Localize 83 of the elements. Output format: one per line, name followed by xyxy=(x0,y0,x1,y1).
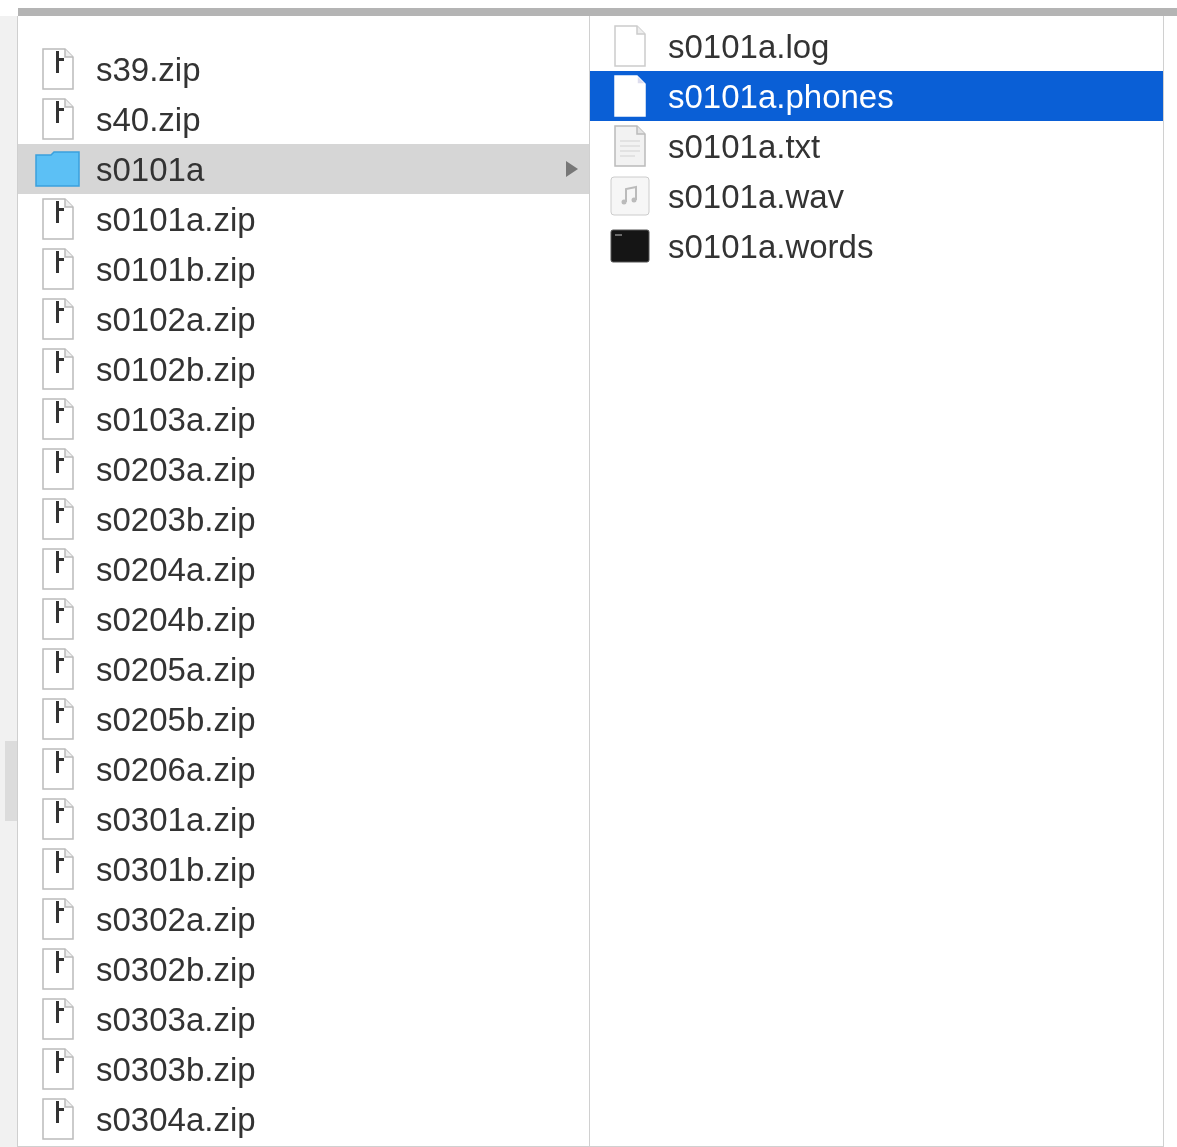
file-name: s0101a.log xyxy=(668,29,830,63)
file-row[interactable]: s40.zip xyxy=(18,94,589,144)
file-row[interactable]: s0101a.zip xyxy=(18,194,589,244)
zip-file-icon xyxy=(41,898,75,940)
scrollbar-thumb[interactable] xyxy=(5,741,17,821)
zip-file-icon xyxy=(41,848,75,890)
file-row[interactable]: s0301a.zip xyxy=(18,794,589,844)
file-name: s0303b.zip xyxy=(96,1052,256,1086)
file-row[interactable]: s0303b.zip xyxy=(18,1044,589,1094)
file-name: s0102a.zip xyxy=(96,302,256,336)
document-icon xyxy=(613,75,647,117)
zip-file-icon xyxy=(41,398,75,440)
zip-file-icon xyxy=(41,598,75,640)
file-row[interactable]: s0101a.wav xyxy=(590,171,1163,221)
file-row[interactable]: s0101a xyxy=(18,144,589,194)
file-name: s0204a.zip xyxy=(96,552,256,586)
file-name: s0101a.words xyxy=(668,229,874,263)
document-icon xyxy=(613,25,647,67)
file-name: s0103a.zip xyxy=(96,402,256,436)
file-name: s0203b.zip xyxy=(96,502,256,536)
terminal-icon xyxy=(610,229,650,263)
file-row[interactable]: s0204a.zip xyxy=(18,544,589,594)
zip-file-icon xyxy=(41,298,75,340)
zip-file-icon xyxy=(41,748,75,790)
file-name: s0206a.zip xyxy=(96,752,256,786)
file-name: s0303a.zip xyxy=(96,1002,256,1036)
zip-file-icon xyxy=(41,548,75,590)
file-name: s0304a.zip xyxy=(96,1102,256,1136)
file-name: s0101b.zip xyxy=(96,252,256,286)
file-name: s0301b.zip xyxy=(96,852,256,886)
zip-file-icon xyxy=(41,198,75,240)
file-row[interactable]: s0302a.zip xyxy=(18,894,589,944)
music-file-icon xyxy=(610,176,650,216)
zip-file-icon xyxy=(41,98,75,140)
file-row[interactable]: s0102a.zip xyxy=(18,294,589,344)
zip-file-icon xyxy=(41,1048,75,1090)
zip-file-icon xyxy=(41,798,75,840)
file-row[interactable]: s0304a.zip xyxy=(18,1094,589,1144)
file-name: s0205b.zip xyxy=(96,702,256,736)
file-name: s0302a.zip xyxy=(96,902,256,936)
file-name: s0101a.zip xyxy=(96,202,256,236)
file-name: s40.zip xyxy=(96,102,201,136)
file-row[interactable]: s39.zip xyxy=(18,44,589,94)
file-row[interactable]: s0101a.txt xyxy=(590,121,1163,171)
file-name: s0301a.zip xyxy=(96,802,256,836)
file-name: s0101a.phones xyxy=(668,79,894,113)
file-name: s0101a xyxy=(96,152,205,186)
folder-icon xyxy=(35,151,81,187)
file-name: s0101a.wav xyxy=(668,179,845,213)
zip-file-icon xyxy=(41,998,75,1040)
file-row[interactable]: s0301b.zip xyxy=(18,844,589,894)
zip-file-icon xyxy=(41,48,75,90)
zip-file-icon xyxy=(41,948,75,990)
file-row[interactable]: s0103a.zip xyxy=(18,394,589,444)
file-name: s0205a.zip xyxy=(96,652,256,686)
zip-file-icon xyxy=(41,348,75,390)
zip-file-icon xyxy=(41,498,75,540)
file-row[interactable]: s0205b.zip xyxy=(18,694,589,744)
zip-file-icon xyxy=(41,698,75,740)
file-row[interactable]: s0203b.zip xyxy=(18,494,589,544)
disclosure-arrow-icon xyxy=(565,160,579,178)
file-name: s0204b.zip xyxy=(96,602,256,636)
zip-file-icon xyxy=(41,648,75,690)
file-name: s0102b.zip xyxy=(96,352,256,386)
file-name: s0101a.txt xyxy=(668,129,821,163)
file-name: s0203a.zip xyxy=(96,452,256,486)
file-row[interactable]: s0205a.zip xyxy=(18,644,589,694)
file-row[interactable]: s0206a.zip xyxy=(18,744,589,794)
zip-file-icon xyxy=(41,1098,75,1140)
zip-file-icon xyxy=(41,248,75,290)
file-name: s39.zip xyxy=(96,52,201,86)
text-file-icon xyxy=(613,125,647,167)
zip-file-icon xyxy=(41,448,75,490)
file-row[interactable]: s0101a.words xyxy=(590,221,1163,271)
file-row[interactable]: s0102b.zip xyxy=(18,344,589,394)
file-row[interactable]: s0101b.zip xyxy=(18,244,589,294)
file-row[interactable]: s0204b.zip xyxy=(18,594,589,644)
file-row[interactable]: s0101a.phones xyxy=(590,71,1163,121)
file-row[interactable]: s0302b.zip xyxy=(18,944,589,994)
file-row[interactable]: s0203a.zip xyxy=(18,444,589,494)
file-row[interactable]: s0101a.log xyxy=(590,21,1163,71)
file-name: s0302b.zip xyxy=(96,952,256,986)
file-row[interactable]: s0303a.zip xyxy=(18,994,589,1044)
